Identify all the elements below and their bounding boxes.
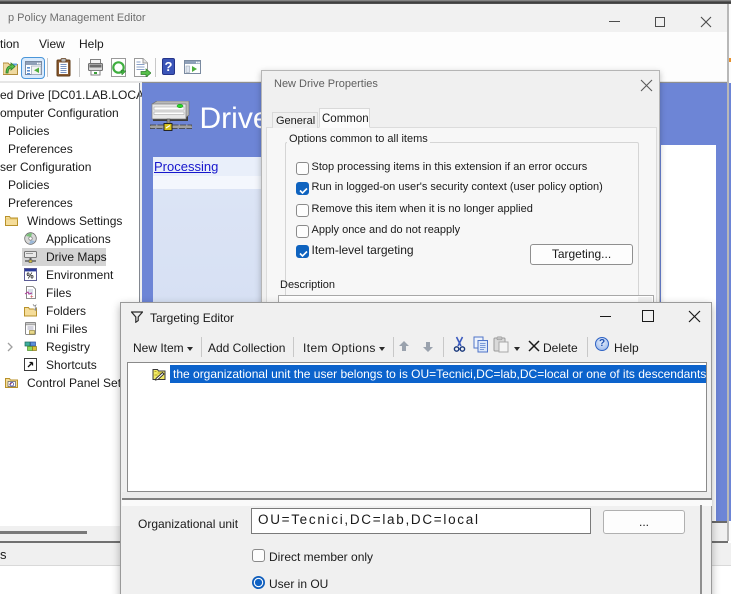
svg-text:+: + [30,295,34,300]
svg-text:%: % [27,272,34,281]
